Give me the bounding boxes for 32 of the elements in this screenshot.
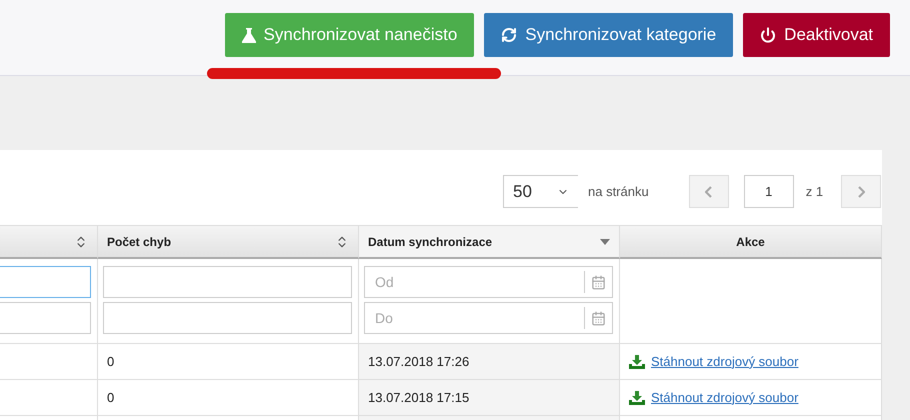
table-cell-text: 13.07.2018 17:15	[368, 388, 470, 407]
filter-field[interactable]	[0, 266, 91, 298]
date-filter-field[interactable]: Od	[364, 266, 613, 298]
sort-desc-icon	[600, 238, 610, 244]
column-header[interactable]	[0, 226, 98, 259]
calendar-icon	[591, 274, 606, 290]
toolbar-button[interactable]: Synchronizovat kategorie	[484, 13, 734, 57]
date-filter-field[interactable]: Do	[364, 302, 613, 334]
column-header[interactable]: Akce	[620, 226, 882, 259]
page-size-select[interactable]: 50	[503, 175, 578, 208]
download-link[interactable]: Stáhnout zdrojový soubor	[629, 388, 798, 408]
download-icon	[629, 390, 645, 404]
toolbar-button[interactable]: Deaktivovat	[743, 13, 890, 57]
table-cell-text: 0	[107, 388, 114, 407]
flask-icon	[242, 28, 256, 42]
table-cell-text: 13.07.2018 17:26	[368, 352, 470, 371]
page-total: z 1	[806, 182, 824, 201]
column-header[interactable]: Počet chyb	[98, 226, 359, 259]
chevron-right-icon	[858, 186, 865, 198]
column-header[interactable]: Datum synchronizace	[359, 226, 620, 259]
download-link[interactable]: Stáhnout zdrojový soubor	[629, 352, 798, 372]
page-size-label: na stránku	[588, 182, 649, 201]
filter-field[interactable]	[0, 302, 91, 334]
filter-field[interactable]	[103, 266, 352, 298]
power-icon	[760, 27, 776, 43]
refresh-icon	[501, 27, 518, 43]
calendar-icon	[591, 310, 606, 326]
page-field[interactable]: 1	[744, 175, 794, 208]
download-icon	[629, 354, 645, 368]
table-cell-text: 0	[107, 352, 114, 371]
filter-field[interactable]	[103, 302, 352, 334]
chevron-left-icon	[705, 186, 712, 198]
